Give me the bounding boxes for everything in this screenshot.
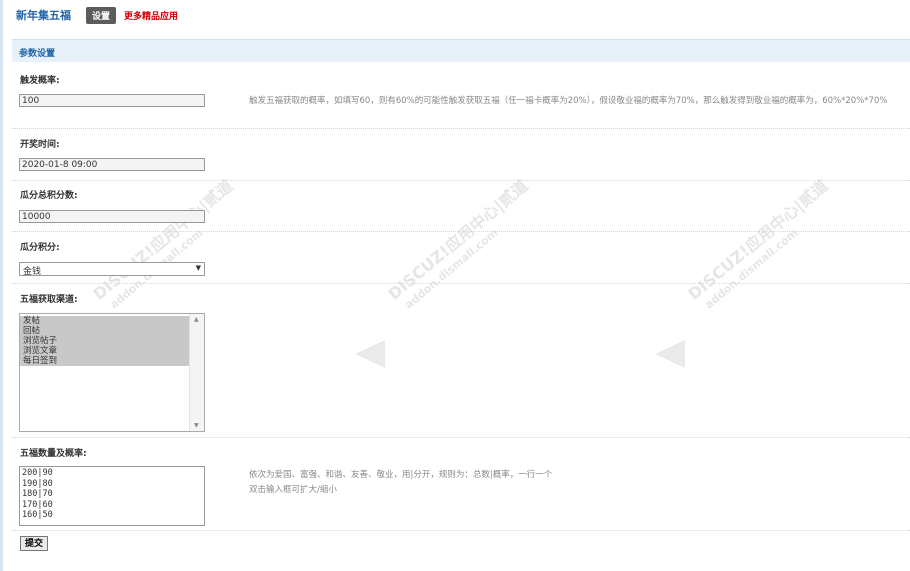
submit-button[interactable]: 提交 — [20, 536, 49, 551]
divider — [12, 231, 910, 232]
fu-rates-tip-line2: 双击输入框可扩大/缩小 — [249, 485, 337, 495]
divider — [12, 530, 910, 531]
watermark: DISCUZ!应用中心|贰道 addon.dismall.com — [355, 176, 555, 400]
draw-time-input[interactable] — [19, 158, 205, 171]
points-type-label: 瓜分积分: — [20, 243, 60, 253]
textarea-line: 200|90 — [22, 468, 53, 478]
channels-multiselect[interactable]: 发帖 回帖 浏览帖子 浏览文章 每日签到 ▲ ▼ — [19, 313, 205, 432]
left-border — [0, 0, 3, 571]
points-type-select[interactable]: 金钱 ▼ — [19, 262, 205, 277]
watermark-arrow-icon — [355, 340, 385, 368]
divider — [12, 283, 910, 284]
channel-option[interactable]: 每日签到 — [20, 356, 189, 366]
chevron-down-icon: ▼ — [195, 264, 201, 272]
channel-option[interactable]: 浏览帖子 — [20, 336, 189, 346]
fu-rates-tip: 依次为爱国、富强、和谐、友善、敬业，用|分开，规则为：总数|概率，一行一个 双击… — [249, 468, 909, 498]
watermark: DISCUZ!应用中心|贰道 addon.dismall.com — [655, 176, 855, 400]
channel-option[interactable]: 发帖 — [20, 316, 189, 326]
textarea-line: 160|50 — [22, 510, 53, 520]
scroll-up-icon[interactable]: ▲ — [194, 316, 199, 323]
divider — [12, 180, 910, 181]
points-type-value: 金钱 — [23, 267, 42, 277]
section-title: 参数设置 — [19, 49, 56, 59]
divider — [12, 437, 910, 438]
fu-rates-tip-line1: 依次为爱国、富强、和谐、友善、敬业，用|分开，规则为：总数|概率，一行一个 — [249, 470, 553, 480]
trigger-rate-tip: 触发五福获取的概率，如填写60，则有60%的可能性触发获取五福（任一福卡概率为2… — [249, 96, 888, 106]
total-points-label: 瓜分总积分数: — [20, 191, 78, 201]
trigger-rate-input[interactable] — [19, 94, 205, 107]
total-points-input[interactable] — [19, 210, 205, 223]
fu-rates-textarea[interactable]: 200|90 190|80 180|70 170|60 160|50 — [19, 466, 205, 526]
trigger-rate-label: 触发概率: — [20, 76, 60, 86]
top-bar: 新年集五福 设置 更多精品应用 — [16, 6, 178, 24]
tab-settings[interactable]: 设置 — [86, 6, 117, 24]
divider — [12, 128, 910, 129]
textarea-line: 190|80 — [22, 478, 53, 489]
scrollbar[interactable]: ▲ ▼ — [189, 314, 204, 431]
textarea-line: 180|70 — [22, 489, 53, 499]
channels-label: 五福获取渠道: — [20, 295, 78, 305]
channel-option[interactable]: 回帖 — [20, 326, 189, 336]
app-title: 新年集五福 — [16, 9, 71, 22]
section-header: 参数设置 — [12, 39, 910, 62]
draw-time-label: 开奖时间: — [20, 140, 60, 150]
watermark-arrow-icon — [655, 340, 685, 368]
more-apps-link[interactable]: 更多精品应用 — [124, 9, 178, 22]
fu-rates-label: 五福数量及概率: — [20, 449, 87, 459]
channel-option[interactable]: 浏览文章 — [20, 346, 189, 356]
scroll-down-icon[interactable]: ▼ — [194, 422, 199, 429]
textarea-line: 170|60 — [22, 499, 53, 510]
